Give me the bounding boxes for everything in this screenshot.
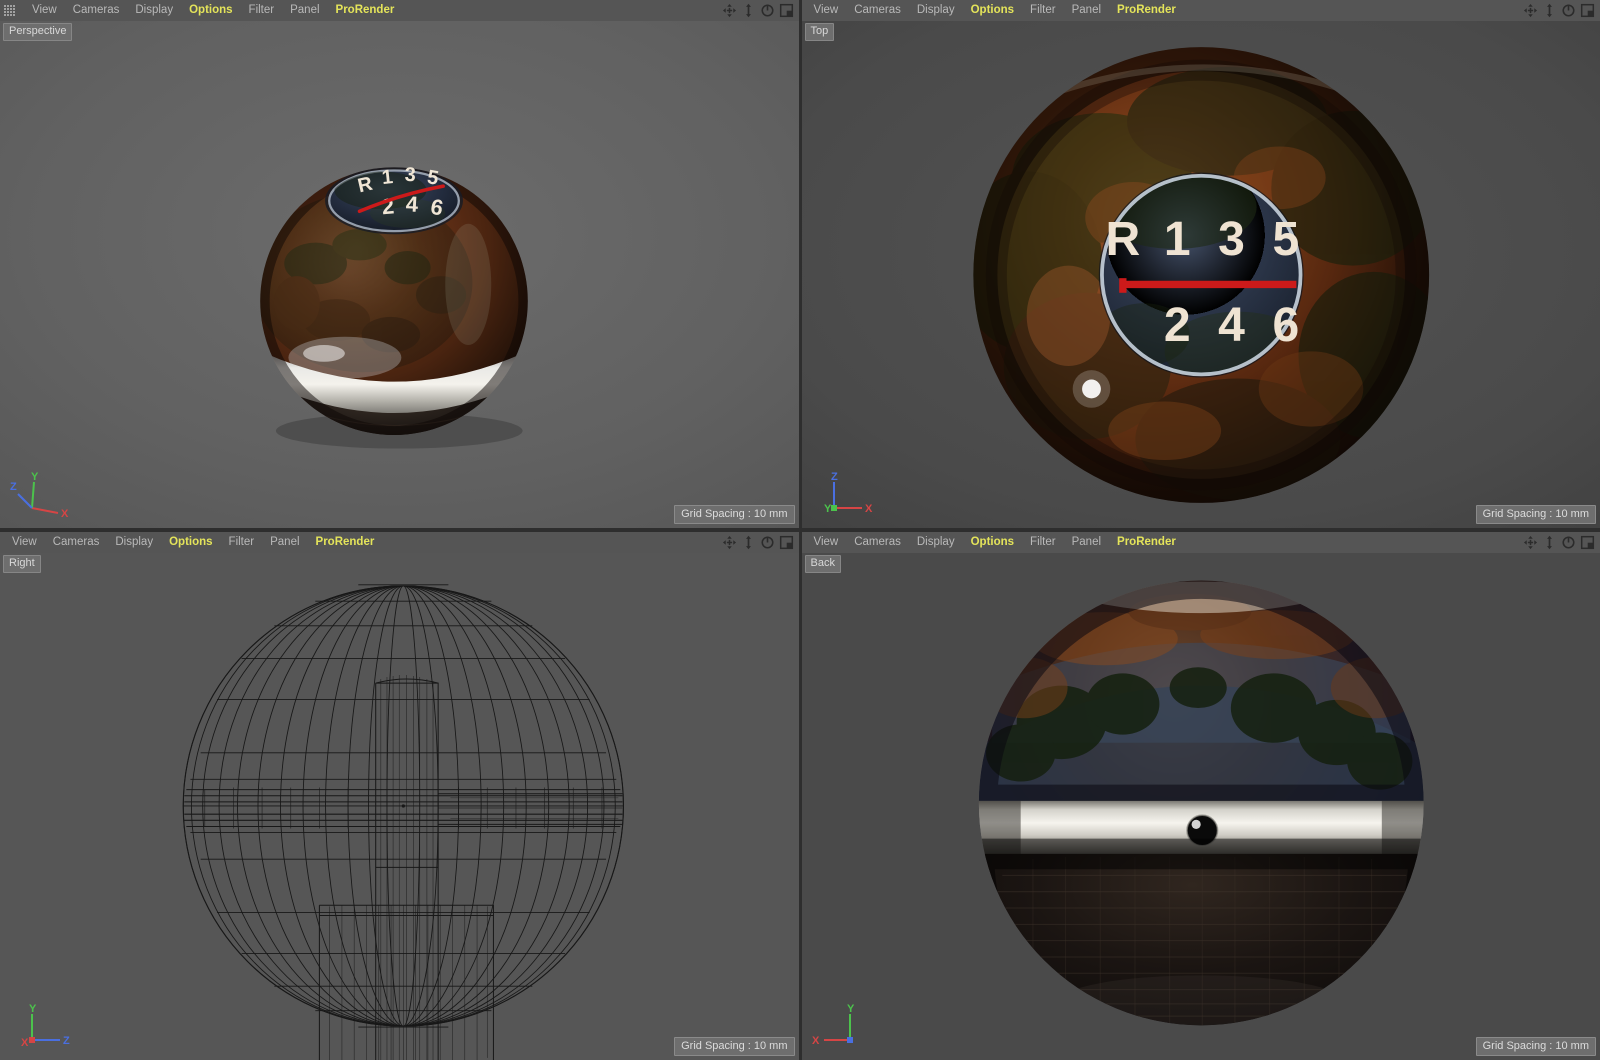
viewport-label-back[interactable]: Back xyxy=(805,555,841,573)
menu-item-options[interactable]: Options xyxy=(963,0,1022,21)
gear-char-1: 1 xyxy=(1163,212,1190,266)
viewport-perspective[interactable]: View Cameras Display Options Filter Pane… xyxy=(0,0,802,528)
pan-move-icon[interactable] xyxy=(722,3,737,18)
grid-spacing-back: Grid Spacing : 10 mm xyxy=(1476,1037,1596,1056)
viewport-row-bottom: View Cameras Display Options Filter Pane… xyxy=(0,532,1600,1060)
menu-item-view[interactable]: View xyxy=(24,0,65,21)
gear-char-6: 6 xyxy=(1272,298,1299,352)
menu-item-panel[interactable]: Panel xyxy=(282,0,327,21)
menu-item-view[interactable]: View xyxy=(4,532,45,553)
menu-item-cameras[interactable]: Cameras xyxy=(846,0,909,21)
viewport-tools xyxy=(1523,3,1600,18)
menu-item-prorender[interactable]: ProRender xyxy=(1109,532,1184,553)
viewport-menubar-right: View Cameras Display Options Filter Pane… xyxy=(0,532,799,553)
menu-item-display[interactable]: Display xyxy=(909,532,963,553)
viewport-label-top[interactable]: Top xyxy=(805,23,835,41)
menu-item-filter[interactable]: Filter xyxy=(221,532,263,553)
menu-item-prorender[interactable]: ProRender xyxy=(328,0,403,21)
menu-item-filter[interactable]: Filter xyxy=(1022,532,1064,553)
maximize-viewport-icon[interactable] xyxy=(779,3,794,18)
viewport-canvas-right[interactable]: Z X Y Grid Spacing : 10 mm xyxy=(0,553,799,1060)
menu-item-options[interactable]: Options xyxy=(963,532,1022,553)
maximize-viewport-icon[interactable] xyxy=(779,535,794,550)
menu-item-cameras[interactable]: Cameras xyxy=(65,0,128,21)
menu-item-options[interactable]: Options xyxy=(181,0,240,21)
viewport-tools xyxy=(1523,535,1600,550)
gear-char-4: 4 xyxy=(1218,298,1245,352)
gear-char-2: 2 xyxy=(1163,298,1190,352)
grid-spacing-top: Grid Spacing : 10 mm xyxy=(1476,505,1596,524)
menu-item-cameras[interactable]: Cameras xyxy=(846,532,909,553)
menu-item-panel[interactable]: Panel xyxy=(262,532,307,553)
viewport-canvas-back[interactable]: X Y Grid Spacing : 10 mm xyxy=(802,553,1600,1060)
zoom-dolly-icon[interactable] xyxy=(1542,535,1557,550)
pan-move-icon[interactable] xyxy=(722,535,737,550)
maximize-viewport-icon[interactable] xyxy=(1580,535,1595,550)
menu-item-prorender[interactable]: ProRender xyxy=(1109,0,1184,21)
grid-spacing-perspective: Grid Spacing : 10 mm xyxy=(674,505,794,524)
perspective-render: R 1 3 5 2 4 6 xyxy=(0,21,799,528)
top-render: R 1 3 5 2 4 6 xyxy=(802,21,1600,528)
rotate-orbit-icon[interactable] xyxy=(1561,535,1576,550)
menu-item-view[interactable]: View xyxy=(806,532,847,553)
viewport-back[interactable]: View Cameras Display Options Filter Pane… xyxy=(802,532,1600,1060)
menu-item-view[interactable]: View xyxy=(806,0,847,21)
zoom-dolly-icon[interactable] xyxy=(1542,3,1557,18)
menu-item-panel[interactable]: Panel xyxy=(1064,532,1109,553)
viewport-menubar-back: View Cameras Display Options Filter Pane… xyxy=(802,532,1600,553)
pan-move-icon[interactable] xyxy=(1523,535,1538,550)
viewport-right[interactable]: View Cameras Display Options Filter Pane… xyxy=(0,532,802,1060)
gear-char-R: R xyxy=(1105,212,1140,266)
zoom-dolly-icon[interactable] xyxy=(741,535,756,550)
gear-char-1: 1 xyxy=(381,166,394,189)
menu-item-display[interactable]: Display xyxy=(107,532,161,553)
viewport-top[interactable]: View Cameras Display Options Filter Pane… xyxy=(802,0,1600,528)
menu-item-panel[interactable]: Panel xyxy=(1064,0,1109,21)
rotate-orbit-icon[interactable] xyxy=(760,535,775,550)
menu-item-display[interactable]: Display xyxy=(127,0,181,21)
viewport-tools xyxy=(722,3,799,18)
menu-item-display[interactable]: Display xyxy=(909,0,963,21)
viewport-label-right[interactable]: Right xyxy=(3,555,41,573)
menu-item-prorender[interactable]: ProRender xyxy=(308,532,383,553)
maximize-viewport-icon[interactable] xyxy=(1580,3,1595,18)
viewport-grid: View Cameras Display Options Filter Pane… xyxy=(0,0,1600,1060)
menu-item-filter[interactable]: Filter xyxy=(1022,0,1064,21)
grid-spacing-right: Grid Spacing : 10 mm xyxy=(674,1037,794,1056)
pan-move-icon[interactable] xyxy=(1523,3,1538,18)
viewport-menubar-perspective: View Cameras Display Options Filter Pane… xyxy=(0,0,799,21)
zoom-dolly-icon[interactable] xyxy=(741,3,756,18)
gear-char-5: 5 xyxy=(1272,212,1299,266)
menu-item-filter[interactable]: Filter xyxy=(241,0,283,21)
right-wireframe-render xyxy=(0,553,799,1060)
viewport-canvas-top[interactable]: R 1 3 5 2 4 6 xyxy=(802,21,1600,528)
menu-item-options[interactable]: Options xyxy=(161,532,220,553)
viewport-row-top: View Cameras Display Options Filter Pane… xyxy=(0,0,1600,532)
rotate-orbit-icon[interactable] xyxy=(1561,3,1576,18)
grid-dots-icon[interactable] xyxy=(4,5,18,17)
viewport-label-perspective[interactable]: Perspective xyxy=(3,23,72,41)
menu-item-cameras[interactable]: Cameras xyxy=(45,532,108,553)
viewport-tools xyxy=(722,535,799,550)
viewport-menubar-top: View Cameras Display Options Filter Pane… xyxy=(802,0,1600,21)
rotate-orbit-icon[interactable] xyxy=(760,3,775,18)
gear-char-3: 3 xyxy=(404,164,416,186)
back-render xyxy=(802,553,1600,1060)
gear-char-3: 3 xyxy=(1218,212,1245,266)
viewport-canvas-perspective[interactable]: R 1 3 5 2 4 6 xyxy=(0,21,799,528)
